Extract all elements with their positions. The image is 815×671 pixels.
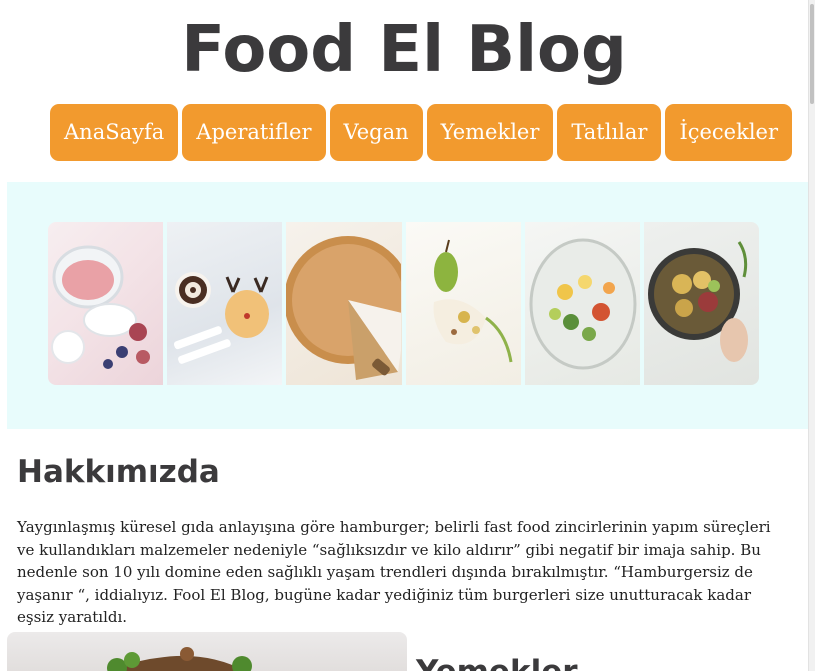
about-heading: Hakkımızda (17, 454, 220, 490)
section-heading-yemekler: Yemekler (416, 652, 578, 671)
site-title: Food El Blog (181, 13, 627, 87)
burger-image (7, 632, 407, 671)
page: Food El Blog AnaSayfa Aperatifler Vegan … (0, 0, 808, 671)
nav-item-anasayfa[interactable]: AnaSayfa (50, 104, 179, 161)
nav-item-aperatifler[interactable]: Aperatifler (182, 104, 326, 161)
nav-item-icecekler[interactable]: İçecekler (665, 104, 793, 161)
potato-bowl-image (643, 222, 759, 385)
nav-item-yemekler[interactable]: Yemekler (426, 104, 554, 161)
scrollbar-thumb[interactable] (810, 4, 814, 104)
food-image-strip (48, 222, 759, 385)
pear-plated-dish-image (405, 222, 521, 385)
about-paragraph: Yaygınlaşmış küresel gıda anlayışına gör… (17, 518, 771, 626)
salad-glass-image (524, 222, 640, 385)
chia-pudding-jar-image (48, 222, 164, 385)
nav-item-vegan[interactable]: Vegan (329, 104, 423, 161)
hero-banner (7, 182, 808, 429)
pumpkin-pie-image (286, 222, 402, 385)
nav-item-tatlilar[interactable]: Tatlılar (557, 104, 662, 161)
main-nav: AnaSayfa Aperatifler Vegan Yemekler Tatl… (50, 104, 793, 161)
swiss-roll-reindeer-dessert-image (167, 222, 283, 385)
